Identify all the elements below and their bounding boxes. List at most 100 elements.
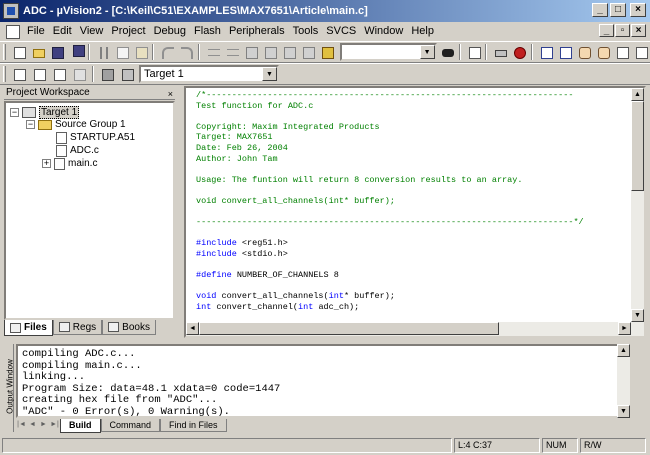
code-line[interactable]: void convert_all_channels(int* buffer); <box>196 291 395 302</box>
tab-first-icon[interactable]: |◄ <box>16 419 27 431</box>
tab-regs[interactable]: Regs <box>52 320 103 335</box>
menu-file[interactable]: File <box>23 23 49 40</box>
close-icon[interactable]: × <box>168 87 173 101</box>
menu-edit[interactable]: Edit <box>49 23 76 40</box>
scroll-left-icon[interactable]: ◄ <box>186 322 199 335</box>
hand-alt-icon[interactable] <box>595 44 611 60</box>
download-icon[interactable] <box>99 66 115 82</box>
editor-vertical-scrollbar[interactable]: ▲ ▼ <box>631 88 644 322</box>
collapse-icon[interactable]: − <box>10 108 19 117</box>
target-select[interactable]: Target 1 ▼ <box>139 65 279 83</box>
menu-peripherals[interactable]: Peripherals <box>225 23 289 40</box>
menu-tools[interactable]: Tools <box>289 23 323 40</box>
bookmark-clear-icon[interactable] <box>300 44 316 60</box>
stop-build-icon[interactable] <box>71 66 87 82</box>
scroll-right-icon[interactable]: ► <box>618 322 631 335</box>
code-line[interactable]: ----------------------------------------… <box>196 217 584 228</box>
code-line[interactable]: #define NUMBER_OF_CHANNELS 8 <box>196 270 339 281</box>
unindent-icon[interactable] <box>224 44 240 60</box>
tree-item-file[interactable]: STARTUP.A51 <box>56 131 135 144</box>
menu-flash[interactable]: Flash <box>190 23 225 40</box>
tab-files[interactable]: Files <box>4 320 53 336</box>
scroll-down-icon[interactable]: ▼ <box>617 405 630 418</box>
scroll-thumb[interactable] <box>631 101 644 191</box>
menu-debug[interactable]: Debug <box>150 23 190 40</box>
find-in-files-icon[interactable] <box>319 44 334 60</box>
scroll-up-icon[interactable]: ▲ <box>631 88 644 101</box>
tree-item-file[interactable]: ADC.c <box>56 144 99 157</box>
uvision-app-icon[interactable] <box>3 3 19 19</box>
minimize-button[interactable]: _ <box>592 3 608 17</box>
target-options-icon[interactable] <box>119 66 135 82</box>
chevron-down-icon[interactable]: ▼ <box>419 45 435 59</box>
code-line[interactable]: Date: Feb 26, 2004 <box>196 143 288 154</box>
configure-icon[interactable] <box>633 44 649 60</box>
cut-icon[interactable] <box>95 44 110 60</box>
output-window-icon[interactable] <box>557 44 573 60</box>
chevron-down-icon[interactable]: ▼ <box>262 67 277 81</box>
copy-icon[interactable] <box>114 44 129 60</box>
translate-icon[interactable] <box>11 66 27 82</box>
code-editor[interactable]: /*--------------------------------------… <box>184 86 646 338</box>
bookmark-prev-icon[interactable] <box>281 44 297 60</box>
tree-item-file[interactable]: + main.c <box>42 157 97 170</box>
tree-item-source-group[interactable]: − Source Group 1 <box>26 118 126 131</box>
tab-command[interactable]: Command <box>100 419 161 432</box>
code-line[interactable]: #include <stdio.h> <box>196 249 288 260</box>
bookmark-next-icon[interactable] <box>262 44 278 60</box>
close-button[interactable]: × <box>630 3 646 17</box>
tab-prev-icon[interactable]: ◄ <box>27 419 38 431</box>
build-target-icon[interactable] <box>31 66 47 82</box>
tab-books[interactable]: Books <box>102 320 156 335</box>
undo-icon[interactable] <box>159 44 175 60</box>
doc-minimize-button[interactable]: _ <box>599 24 614 37</box>
code-line[interactable]: int convert_channel(int adc_ch); <box>196 302 359 313</box>
paste-icon[interactable] <box>133 44 148 60</box>
code-line[interactable]: void convert_all_channels(int* buffer); <box>196 196 395 207</box>
code-area[interactable]: /*--------------------------------------… <box>196 88 632 322</box>
menu-project[interactable]: Project <box>107 23 149 40</box>
editor-gutter[interactable] <box>186 88 195 336</box>
collapse-icon[interactable]: − <box>26 120 35 129</box>
project-tree[interactable]: − Target 1 − Source Group 1 STARTUP.A51 … <box>4 101 175 320</box>
code-line[interactable]: #include <reg51.h> <box>196 238 288 249</box>
tab-find-in-files[interactable]: Find in Files <box>160 419 227 432</box>
document-icon[interactable] <box>6 24 20 39</box>
toolbar-grip[interactable] <box>3 44 6 60</box>
window-tile-icon[interactable] <box>614 44 630 60</box>
build-output[interactable]: compiling ADC.c... compiling main.c... lin… <box>16 344 630 418</box>
menu-view[interactable]: View <box>76 23 108 40</box>
code-line[interactable]: Target: MAX7651 <box>196 132 273 143</box>
doc-close-button[interactable]: × <box>631 24 646 37</box>
code-line[interactable]: Copyright: Maxim Integrated Products <box>196 122 380 133</box>
menu-window[interactable]: Window <box>360 23 407 40</box>
save-all-icon[interactable] <box>68 44 85 60</box>
rebuild-all-icon[interactable] <box>51 66 67 82</box>
output-vertical-scrollbar[interactable]: ▲ ▼ <box>617 344 630 418</box>
scroll-down-icon[interactable]: ▼ <box>631 309 644 322</box>
editor-horizontal-scrollbar[interactable]: ◄ ► <box>186 322 644 336</box>
source-browser-icon[interactable] <box>466 44 481 60</box>
toolbar-grip[interactable] <box>3 66 6 82</box>
scroll-up-icon[interactable]: ▲ <box>617 344 630 357</box>
code-line[interactable]: /*--------------------------------------… <box>196 90 573 101</box>
workspace-window-icon[interactable] <box>538 44 554 60</box>
open-folder-icon[interactable] <box>30 44 45 60</box>
menu-svcs[interactable]: SVCS <box>322 23 360 40</box>
doc-restore-button[interactable]: ▫ <box>615 24 630 37</box>
code-line[interactable]: Author: John Tam <box>196 154 278 165</box>
menu-help[interactable]: Help <box>407 23 438 40</box>
tab-last-icon[interactable]: ►| <box>49 419 60 431</box>
code-line[interactable]: Test function for ADC.c <box>196 101 313 112</box>
expand-icon[interactable]: + <box>42 159 51 168</box>
scroll-thumb[interactable] <box>199 322 499 335</box>
code-line[interactable]: Usage: The funtion will return 8 convers… <box>196 175 522 186</box>
tab-build[interactable]: Build <box>60 419 101 433</box>
hand-icon[interactable] <box>576 44 592 60</box>
bookmark-toggle-icon[interactable] <box>243 44 259 60</box>
redo-icon[interactable] <box>178 44 194 60</box>
save-icon[interactable] <box>49 44 64 60</box>
binoculars-find-icon[interactable] <box>439 44 454 60</box>
tab-next-icon[interactable]: ► <box>38 419 49 431</box>
print-icon[interactable] <box>492 44 508 60</box>
